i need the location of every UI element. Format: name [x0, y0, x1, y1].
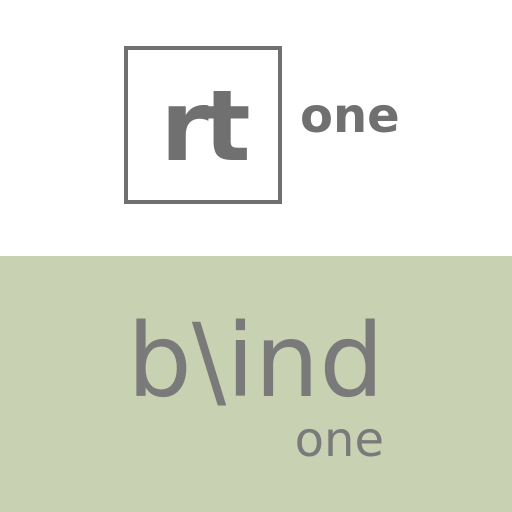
rt-logo-suffix: one	[300, 88, 400, 144]
rt-logo-letters: rt	[160, 70, 250, 184]
rt-logo-box: rt	[124, 46, 282, 204]
product-panel: b\ind one	[0, 256, 512, 512]
app-icon: rt one b\ind one	[0, 0, 512, 512]
product-suffix: one	[294, 412, 384, 468]
brand-panel: rt one	[0, 0, 512, 256]
product-name: b\ind	[127, 302, 384, 421]
